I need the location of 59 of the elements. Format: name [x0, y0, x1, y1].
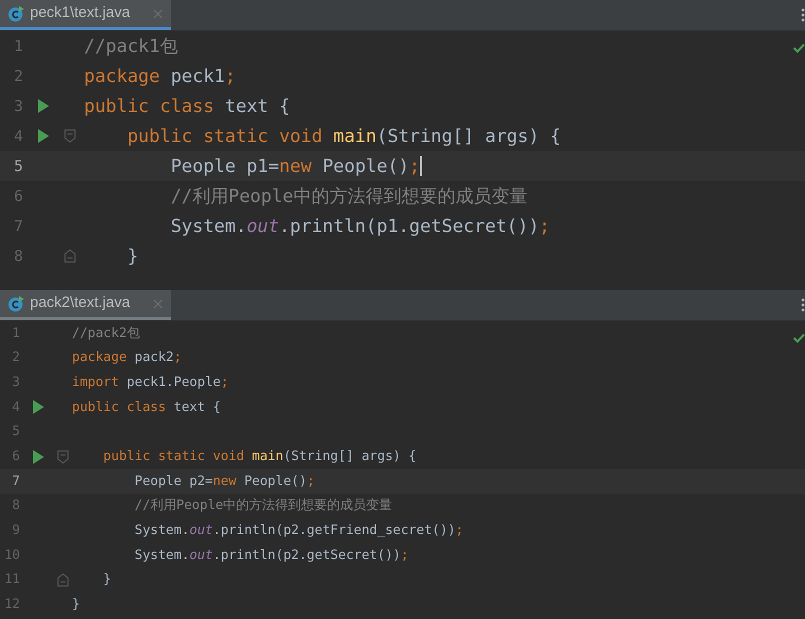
code-line: //利用People中的方法得到想要的成员变量 — [170, 184, 528, 208]
close-icon[interactable] — [153, 8, 163, 18]
line-number: 10 — [3, 546, 20, 565]
line-number: 4 — [11, 398, 20, 417]
run-icon[interactable] — [32, 400, 44, 414]
code-line: } — [72, 596, 80, 614]
run-icon[interactable] — [38, 129, 48, 143]
line-number: 11 — [3, 571, 20, 590]
more-options-icon[interactable] — [801, 8, 805, 22]
code-line: public static void main(String[] args) { — [102, 448, 416, 466]
code-line: //pack1包 — [84, 34, 178, 58]
code-line: public static void main(String[] args) { — [126, 124, 561, 148]
code-line: System.out.println(p1.getSecret()); — [170, 214, 550, 238]
line-number: 3 — [11, 374, 20, 392]
run-icon[interactable] — [32, 450, 44, 464]
line-number: 3 — [12, 96, 23, 117]
run-icon[interactable] — [38, 99, 48, 113]
code-line: public class text { — [72, 398, 221, 417]
code-line: public class text { — [84, 94, 290, 118]
line-number: 1 — [11, 324, 20, 343]
line-number: 8 — [11, 497, 20, 516]
line-number: 8 — [12, 246, 23, 267]
check-icon — [793, 333, 805, 343]
code-line: System.out.println(p2.getFriend_secret()); — [134, 522, 464, 540]
fold-marker-icon[interactable] — [64, 249, 76, 263]
line-number: 9 — [11, 522, 20, 540]
code-line: People p2=new People(); — [134, 472, 315, 491]
java-class-icon — [8, 6, 24, 22]
line-number: 7 — [11, 472, 20, 491]
fold-marker-icon[interactable] — [64, 129, 76, 143]
code-line: //pack2包 — [72, 324, 140, 343]
line-number: 2 — [12, 66, 23, 87]
code-line: People p1=new People(); — [170, 154, 420, 178]
java-class-icon — [8, 296, 24, 312]
code-line: //利用People中的方法得到想要的成员变量 — [134, 497, 392, 516]
line-number: 5 — [12, 156, 23, 177]
fold-marker-icon[interactable] — [57, 573, 69, 588]
close-icon[interactable] — [153, 298, 163, 308]
line-number: 7 — [12, 216, 23, 237]
fold-marker-icon[interactable] — [57, 450, 69, 464]
code-line: package peck1; — [84, 64, 236, 88]
code-line: package pack2; — [72, 349, 182, 368]
editor-tab[interactable]: peck1\text.java — [0, 0, 171, 30]
code-line: import peck1.People; — [72, 374, 229, 392]
code-line: } — [102, 571, 112, 590]
code-line: } — [126, 244, 138, 268]
line-number: 12 — [3, 596, 20, 614]
line-number: 6 — [11, 448, 20, 466]
line-number: 4 — [12, 126, 23, 147]
more-options-icon[interactable] — [801, 298, 805, 312]
code-line: System.out.println(p2.getSecret()); — [134, 546, 409, 565]
line-number: 2 — [11, 349, 20, 368]
tab-label: peck1\text.java — [30, 3, 130, 24]
line-number: 5 — [11, 423, 20, 442]
editor-tab[interactable]: pack2\text.java — [0, 290, 171, 320]
check-icon — [793, 43, 805, 53]
line-number: 6 — [12, 186, 23, 207]
line-number: 1 — [12, 36, 23, 57]
tab-label: pack2\text.java — [30, 293, 130, 314]
